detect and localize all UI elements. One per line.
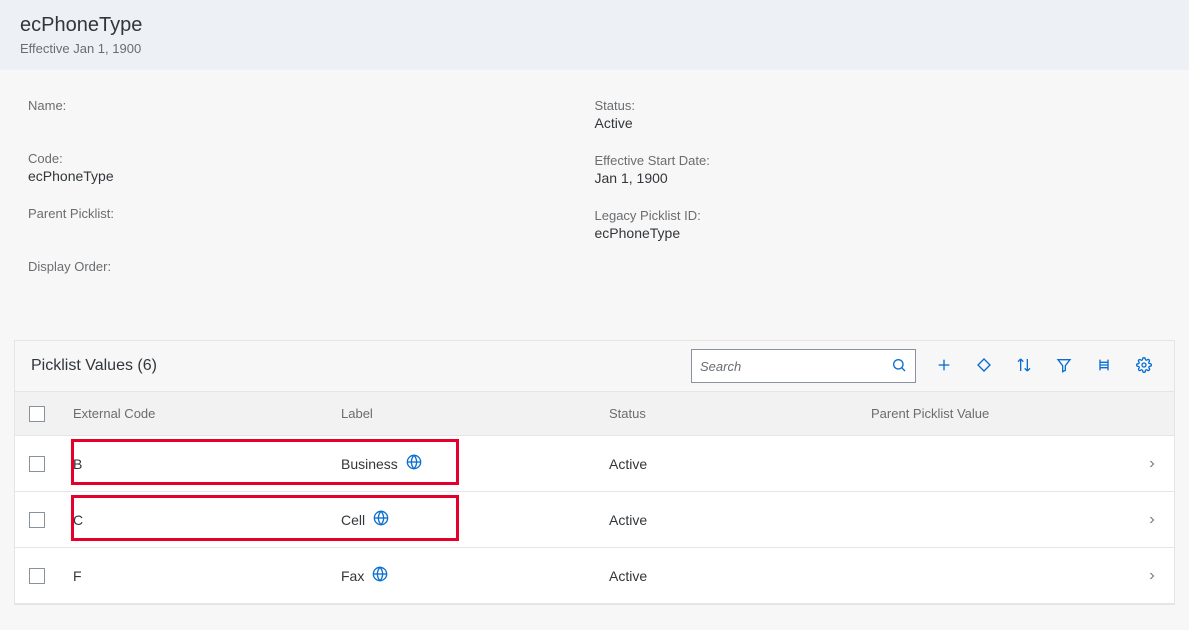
col-external-code[interactable]: External Code: [73, 406, 341, 421]
globe-icon[interactable]: [372, 566, 388, 585]
row-label: Business: [341, 454, 609, 473]
row-external-code: C: [73, 512, 341, 528]
details-icon: [1096, 357, 1112, 376]
status-label: Status:: [595, 98, 1162, 113]
add-button[interactable]: [924, 349, 964, 383]
diamond-button[interactable]: [964, 349, 1004, 383]
details-section: Name: Code: ecPhoneType Parent Picklist:…: [0, 70, 1189, 340]
picklist-card: Picklist Values (6): [14, 340, 1175, 605]
startdate-label: Effective Start Date:: [595, 153, 1162, 168]
row-external-code: B: [73, 456, 341, 472]
row-checkbox[interactable]: [29, 456, 45, 472]
select-all-checkbox[interactable]: [29, 406, 45, 422]
col-label[interactable]: Label: [341, 406, 609, 421]
name-value: [28, 115, 595, 129]
row-checkbox[interactable]: [29, 568, 45, 584]
filter-button[interactable]: [1044, 349, 1084, 383]
picklist-title: Picklist Values (6): [31, 357, 157, 375]
chevron-right-icon[interactable]: [1130, 514, 1174, 526]
row-label: Fax: [341, 566, 609, 585]
sort-icon: [1016, 357, 1032, 376]
settings-button[interactable]: [1124, 349, 1164, 383]
table-row[interactable]: FFaxActive: [15, 548, 1174, 604]
globe-icon[interactable]: [373, 510, 389, 529]
search-box[interactable]: [691, 349, 916, 383]
row-external-code: F: [73, 568, 341, 584]
legacy-id-value: ecPhoneType: [595, 225, 1162, 241]
gear-icon: [1136, 357, 1152, 376]
page-subtitle: Effective Jan 1, 1900: [20, 41, 1169, 56]
page-header: ecPhoneType Effective Jan 1, 1900: [0, 0, 1189, 70]
display-order-value: [28, 276, 595, 290]
chevron-right-icon[interactable]: [1130, 458, 1174, 470]
globe-icon[interactable]: [406, 454, 422, 473]
parent-picklist-value: [28, 223, 595, 237]
row-status: Active: [609, 512, 871, 528]
filter-icon: [1056, 357, 1072, 376]
code-value: ecPhoneType: [28, 168, 595, 184]
chevron-right-icon[interactable]: [1130, 570, 1174, 582]
legacy-id-label: Legacy Picklist ID:: [595, 208, 1162, 223]
row-checkbox[interactable]: [29, 512, 45, 528]
row-label: Cell: [341, 510, 609, 529]
table-row[interactable]: CCellActive: [15, 492, 1174, 548]
diamond-icon: [976, 357, 992, 376]
table-row[interactable]: BBusinessActive: [15, 436, 1174, 492]
plus-icon: [936, 357, 952, 376]
page-title: ecPhoneType: [20, 14, 1169, 37]
col-parent[interactable]: Parent Picklist Value: [871, 406, 1130, 421]
code-label: Code:: [28, 151, 595, 166]
table-header: External Code Label Status Parent Pickli…: [15, 392, 1174, 436]
col-status[interactable]: Status: [609, 406, 871, 421]
sort-button[interactable]: [1004, 349, 1044, 383]
row-status: Active: [609, 568, 871, 584]
status-value: Active: [595, 115, 1162, 131]
details-button[interactable]: [1084, 349, 1124, 383]
parent-picklist-label: Parent Picklist:: [28, 206, 595, 221]
search-input[interactable]: [700, 359, 891, 374]
startdate-value: Jan 1, 1900: [595, 170, 1162, 186]
display-order-label: Display Order:: [28, 259, 595, 274]
row-status: Active: [609, 456, 871, 472]
search-icon[interactable]: [891, 357, 907, 376]
name-label: Name:: [28, 98, 595, 113]
